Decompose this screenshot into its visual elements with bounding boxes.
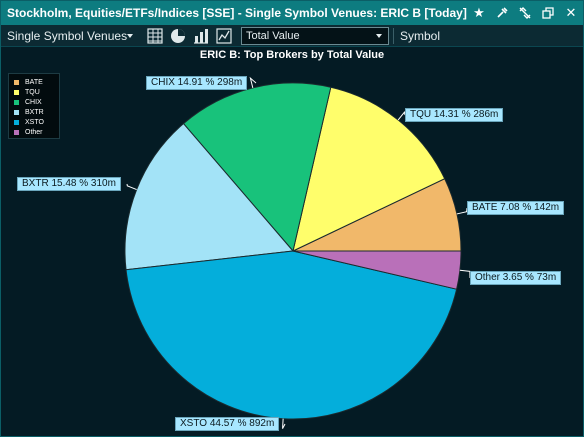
legend-item-tqu: TQU bbox=[14, 87, 40, 97]
title-bar[interactable]: Stockholm, Equities/ETFs/Indices [SSE] -… bbox=[1, 1, 583, 25]
chevron-down-icon[interactable] bbox=[127, 34, 133, 38]
chart-legend: BATE TQU CHIX BXTR XSTO Other bbox=[8, 73, 60, 139]
symbol-label[interactable]: Symbol bbox=[400, 29, 440, 43]
leader-line-other bbox=[459, 269, 471, 279]
close-icon[interactable]: ✕ bbox=[562, 4, 580, 22]
pie-chart bbox=[124, 76, 471, 429]
star-icon[interactable]: ★ bbox=[470, 4, 488, 22]
restore-icon[interactable] bbox=[539, 4, 557, 22]
legend-label: BXTR bbox=[25, 108, 44, 116]
leader-line-bxtr bbox=[126, 183, 137, 191]
leader-line-bate bbox=[456, 207, 468, 215]
settings-icon[interactable] bbox=[493, 4, 511, 22]
legend-item-xsto: XSTO bbox=[14, 117, 44, 127]
slice-label-bate: BATE 7.08 % 142m bbox=[467, 201, 565, 215]
bar-chart-icon[interactable] bbox=[192, 27, 210, 45]
chevron-down-icon bbox=[376, 34, 382, 38]
legend-swatch bbox=[14, 99, 19, 105]
slice-label-xsto: XSTO 44.57 % 892m bbox=[175, 417, 280, 431]
legend-swatch bbox=[14, 129, 19, 135]
chart-window: Stockholm, Equities/ETFs/Indices [SSE] -… bbox=[0, 0, 584, 437]
legend-label: Other bbox=[25, 128, 43, 136]
leader-line-tqu bbox=[397, 111, 406, 121]
slice-label-tqu: TQU 14.31 % 286m bbox=[405, 108, 504, 122]
legend-item-other: Other bbox=[14, 127, 43, 137]
toolbar: Single Symbol Venues Total Value Symbol bbox=[1, 25, 583, 47]
toolbar-divider bbox=[393, 28, 394, 44]
chart-area: ERIC B: Top Brokers by Total Value BATE T… bbox=[1, 47, 583, 437]
legend-swatch bbox=[14, 79, 19, 85]
leader-line-chix bbox=[249, 76, 257, 88]
legend-item-bate: BATE bbox=[14, 77, 43, 87]
legend-label: TQU bbox=[25, 88, 40, 96]
view-dropdown[interactable]: Single Symbol Venues bbox=[7, 29, 127, 43]
legend-label: CHIX bbox=[25, 98, 42, 106]
pie-chart-icon[interactable] bbox=[169, 27, 187, 45]
legend-swatch bbox=[14, 89, 19, 95]
metric-select[interactable]: Total Value bbox=[241, 27, 389, 45]
metric-select-value: Total Value bbox=[246, 30, 300, 42]
leader-line-xsto bbox=[282, 418, 286, 429]
legend-item-bxtr: BXTR bbox=[14, 107, 44, 117]
legend-swatch bbox=[14, 119, 19, 125]
unlink-icon[interactable] bbox=[516, 4, 534, 22]
slice-label-other: Other 3.65 % 73m bbox=[470, 271, 562, 285]
slice-label-chix: CHIX 14.91 % 298m bbox=[146, 76, 248, 90]
line-chart-icon[interactable] bbox=[215, 27, 233, 45]
table-view-icon[interactable] bbox=[146, 27, 164, 45]
legend-label: XSTO bbox=[25, 118, 44, 126]
legend-label: BATE bbox=[25, 78, 43, 86]
window-title: Stockholm, Equities/ETFs/Indices [SSE] -… bbox=[7, 6, 467, 20]
legend-item-chix: CHIX bbox=[14, 97, 42, 107]
slice-label-bxtr: BXTR 15.48 % 310m bbox=[17, 177, 121, 191]
legend-swatch bbox=[14, 109, 19, 115]
